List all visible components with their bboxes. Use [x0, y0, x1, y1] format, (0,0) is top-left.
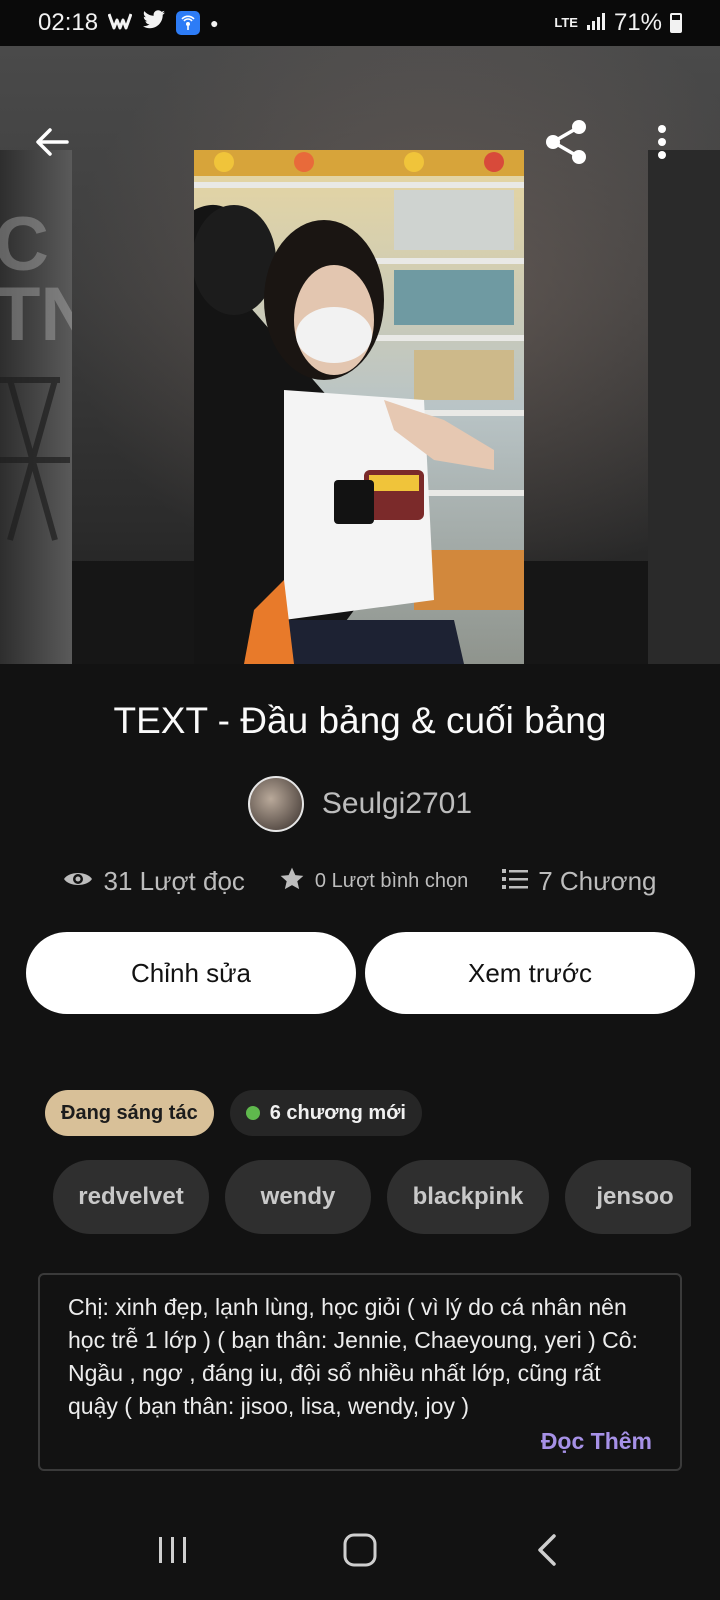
battery-icon: [670, 13, 682, 33]
lte-icon: LTE: [554, 15, 578, 30]
status-badge: Đang sáng tác: [45, 1090, 214, 1136]
new-chapters-badge: 6 chương mới: [229, 1090, 422, 1136]
tag-chip[interactable]: redvelvet: [53, 1160, 209, 1234]
eye-icon: [63, 869, 93, 894]
votes-stat: 0 Lượt bình chọn: [279, 866, 468, 897]
preview-button[interactable]: Xem trước: [365, 932, 695, 1014]
tag-list[interactable]: redvelvet wendy blackpink jensoo: [53, 1160, 691, 1234]
previous-cover-art: C TN: [0, 202, 72, 357]
share-icon[interactable]: [542, 118, 590, 166]
next-cover[interactable]: [648, 150, 720, 664]
chapters-stat: 7 Chương: [502, 866, 657, 897]
star-icon: [279, 866, 305, 897]
story-title: TEXT - Đầu bảng & cuối bảng: [113, 700, 607, 741]
battery-percent: 71%: [613, 9, 662, 36]
cover-photo: [194, 150, 524, 664]
edit-button[interactable]: Chỉnh sửa: [26, 932, 356, 1014]
status-bar: 02:18 ● LTE 71%: [0, 0, 720, 46]
home-icon[interactable]: [330, 1520, 390, 1580]
system-nav-bar: [0, 1500, 720, 1600]
read-more-link[interactable]: Đọc Thêm: [541, 1428, 652, 1455]
tag-chip[interactable]: jensoo: [565, 1160, 691, 1234]
story-description: Chị: xinh đẹp, lạnh lùng, học giỏi ( vì …: [38, 1273, 682, 1471]
story-cover-image[interactable]: [194, 150, 524, 664]
recent-apps-icon[interactable]: [143, 1520, 203, 1580]
badge-row: Đang sáng tác 6 chương mới: [45, 1090, 422, 1136]
tag-chip[interactable]: wendy: [225, 1160, 371, 1234]
chair-icon: [0, 377, 70, 541]
chapters-count: 7 Chương: [538, 866, 657, 896]
hero-header: C TN: [0, 46, 720, 664]
signal-icon: [586, 9, 606, 37]
more-vertical-icon[interactable]: [638, 118, 686, 166]
tag-chip[interactable]: blackpink: [387, 1160, 549, 1234]
hotspot-icon: [176, 11, 201, 35]
status-time: 02:18: [38, 9, 99, 36]
status-right: LTE 71%: [554, 9, 682, 37]
reads-stat: 31 Lượt đọc: [63, 866, 245, 897]
back-nav-icon[interactable]: [517, 1520, 577, 1580]
story-stats: 31 Lượt đọc 0 Lượt bình chọn 7 Chương: [0, 866, 720, 897]
author-avatar[interactable]: [247, 776, 304, 832]
votes-count: 0 Lượt bình chọn: [314, 870, 469, 892]
previous-cover[interactable]: C TN: [0, 150, 72, 664]
twitter-icon: [142, 9, 166, 37]
status-left: 02:18 ●: [38, 9, 219, 37]
notification-dot-icon: ●: [210, 15, 219, 31]
description-text: Chị: xinh đẹp, lạnh lùng, học giỏi ( vì …: [68, 1294, 638, 1419]
new-chapters-label: 6 chương mới: [269, 1101, 406, 1124]
new-dot-icon: [245, 1106, 260, 1120]
author-row[interactable]: Seulgi2701: [0, 776, 720, 832]
list-icon: [502, 868, 529, 895]
back-arrow-icon[interactable]: [28, 118, 76, 166]
author-name[interactable]: Seulgi2701: [322, 787, 472, 821]
wattpad-icon: [107, 10, 133, 36]
reads-count: 31 Lượt đọc: [103, 866, 245, 896]
